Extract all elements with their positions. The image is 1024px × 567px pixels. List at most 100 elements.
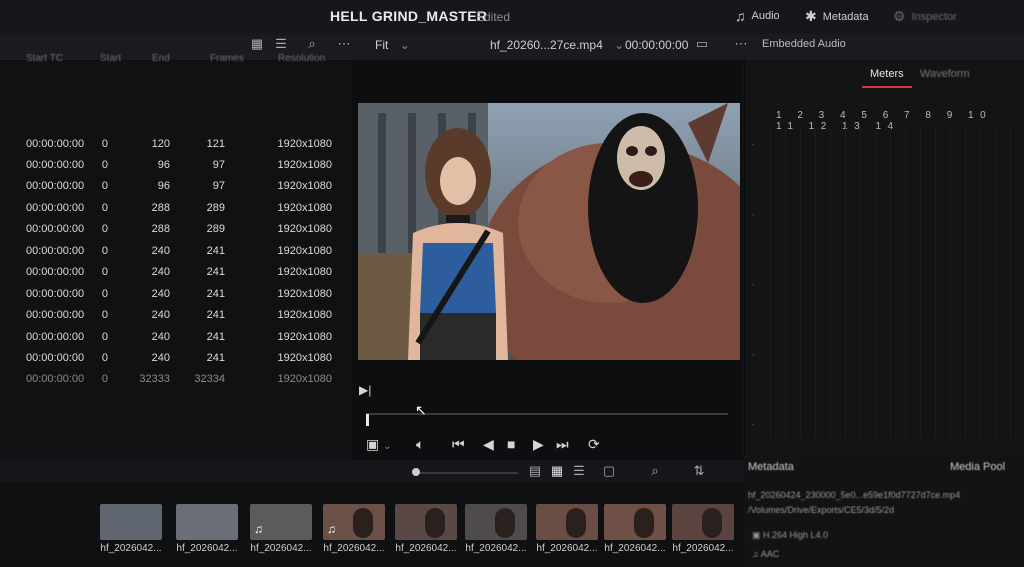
loop-icon[interactable]: ⟳ (588, 436, 600, 453)
video-icon: ▣ (752, 530, 764, 540)
table-row[interactable]: 00:00:00:00 0 32333 32334 1920x1080 (0, 369, 350, 390)
volume-icon[interactable]: 🔈︎ (416, 436, 424, 453)
cell-frames: 121 (206, 138, 225, 150)
clip-thumbnail[interactable] (536, 504, 598, 540)
table-row[interactable]: 00:00:00:00 0 240 241 1920x1080 (0, 262, 350, 283)
cell-res: 1920x1080 (277, 331, 332, 343)
metadata-view-icon[interactable]: ▤ (526, 463, 544, 479)
thumbnail-view-icon[interactable]: ▦ (548, 463, 566, 479)
stop-icon[interactable]: ■ (507, 436, 515, 452)
cell-end: 120 (151, 138, 170, 150)
clip-view-icon[interactable]: ▢ (600, 463, 618, 479)
cell-end: 240 (151, 309, 170, 321)
column-header-start-tc[interactable]: Start TC (26, 53, 63, 71)
inspector-label: Inspector (911, 10, 957, 23)
cell-end: 240 (151, 245, 170, 257)
clip-name: hf_20260...27ce.mp4 (490, 38, 603, 52)
list-view-icon[interactable]: ☰ (272, 36, 290, 52)
cell-res: 1920x1080 (277, 159, 332, 171)
cell-tc: 00:00:00:00 (26, 202, 85, 214)
more-options-icon[interactable]: ⋯ (732, 36, 750, 52)
list-view-icon[interactable]: ☰ (570, 463, 588, 479)
cell-frames: 241 (206, 352, 225, 364)
cell-tc: 00:00:00:00 (26, 309, 85, 321)
search-icon[interactable]: ⌕ (646, 463, 664, 479)
active-tab-indicator (862, 86, 912, 88)
metadata-right-label: Media Pool (950, 461, 1006, 473)
audio-panel-button[interactable]: ♫ Audio (735, 8, 780, 24)
cell-frames: 241 (206, 288, 225, 300)
music-note-icon: ♫ (254, 522, 263, 536)
thumbnail-figure (353, 508, 373, 538)
cell-start: 0 (101, 288, 108, 300)
thumbnail-size-slider[interactable] (418, 472, 518, 474)
column-header-end[interactable]: End (152, 53, 170, 71)
music-note-icon: ♫ (735, 8, 746, 24)
inspector-icon: ⚙ (893, 8, 906, 24)
table-row[interactable]: 00:00:00:00 0 120 121 1920x1080 (0, 134, 350, 155)
search-icon[interactable]: ⌕ (303, 36, 321, 52)
cell-tc: 00:00:00:00 (26, 288, 85, 300)
cell-tc: 00:00:00:00 (26, 266, 85, 278)
table-row[interactable]: 00:00:00:00 0 240 241 1920x1080 (0, 284, 350, 305)
play-reverse-icon[interactable]: ◀ (483, 436, 494, 453)
metadata-panel-button[interactable]: ✱ Metadata (805, 8, 869, 25)
cell-end: 96 (157, 159, 170, 171)
clip-thumbnail[interactable] (604, 504, 666, 540)
column-header-frames[interactable]: Frames (210, 53, 244, 71)
inspector-panel-button[interactable]: ⚙ Inspector (893, 8, 957, 25)
clip-thumbnail[interactable] (176, 504, 238, 540)
thumbnail-view-icon[interactable]: ▦ (248, 36, 266, 52)
clip-thumbnail[interactable] (672, 504, 734, 540)
table-row[interactable]: 00:00:00:00 0 240 241 1920x1080 (0, 348, 350, 369)
thumbnail-label: hf_2026042... (250, 543, 312, 554)
cell-res: 1920x1080 (277, 138, 332, 150)
table-row[interactable]: 00:00:00:00 0 96 97 1920x1080 (0, 155, 350, 176)
meter-scale-mark: - (752, 280, 755, 289)
more-options-icon[interactable]: ⋯ (335, 36, 353, 52)
cell-tc: 00:00:00:00 (26, 138, 85, 150)
table-row[interactable]: 00:00:00:00 0 240 241 1920x1080 (0, 327, 350, 348)
cell-res: 1920x1080 (277, 223, 332, 235)
clip-thumbnail[interactable] (395, 504, 457, 540)
clip-name-dropdown[interactable]: hf_20260...27ce.mp4 ⌄ (490, 38, 624, 52)
metadata-path: /Volumes/Drive/Exports/CE5/3d/5/2d (748, 505, 895, 515)
table-row[interactable]: 00:00:00:00 0 240 241 1920x1080 (0, 305, 350, 326)
slider-knob[interactable] (412, 468, 420, 476)
cell-end: 240 (151, 266, 170, 278)
tab-waveform[interactable]: Waveform (920, 68, 970, 80)
jump-to-end-icon[interactable]: ⏭︎ (556, 436, 569, 453)
clip-thumbnail[interactable]: ♫ (250, 504, 312, 540)
cell-res: 1920x1080 (277, 288, 332, 300)
clip-thumbnail[interactable]: ♫ (323, 504, 385, 540)
video-frame[interactable] (358, 103, 740, 360)
cell-end: 240 (151, 331, 170, 343)
go-to-out-icon[interactable]: ▶| (359, 383, 371, 397)
playhead[interactable] (366, 414, 369, 426)
jump-to-start-icon[interactable]: ⏮︎ (452, 436, 465, 453)
metadata-title: Metadata (748, 461, 794, 473)
play-icon[interactable]: ▶ (533, 436, 544, 453)
column-header-resolution[interactable]: Resolution (278, 53, 325, 71)
cell-end: 240 (151, 288, 170, 300)
clip-thumbnail[interactable] (465, 504, 527, 540)
sort-icon[interactable]: ⇅ (690, 463, 708, 479)
table-row[interactable]: 00:00:00:00 0 96 97 1920x1080 (0, 176, 350, 197)
music-note-icon: ♫ (752, 549, 761, 559)
table-row[interactable]: 00:00:00:00 0 288 289 1920x1080 (0, 219, 350, 240)
table-row[interactable]: 00:00:00:00 0 288 289 1920x1080 (0, 198, 350, 219)
audio-meter-grid (770, 128, 1020, 438)
column-header-start[interactable]: Start (100, 53, 121, 71)
viewer-options-icon[interactable]: ▭ (693, 36, 711, 52)
cell-tc: 00:00:00:00 (26, 352, 85, 364)
cell-res: 1920x1080 (277, 373, 332, 385)
chevron-down-icon: ⌄ (614, 38, 625, 52)
tab-meters[interactable]: Meters (870, 68, 904, 80)
cell-res: 1920x1080 (277, 180, 332, 192)
table-row[interactable]: 00:00:00:00 0 240 241 1920x1080 (0, 241, 350, 262)
mouse-cursor-icon: ↖ (415, 402, 427, 418)
viewer-mode-icon[interactable]: ▣ ⌄ (366, 436, 392, 453)
cell-res: 1920x1080 (277, 202, 332, 214)
zoom-dropdown[interactable]: Fit ⌄ (375, 38, 410, 52)
clip-thumbnail[interactable] (100, 504, 162, 540)
